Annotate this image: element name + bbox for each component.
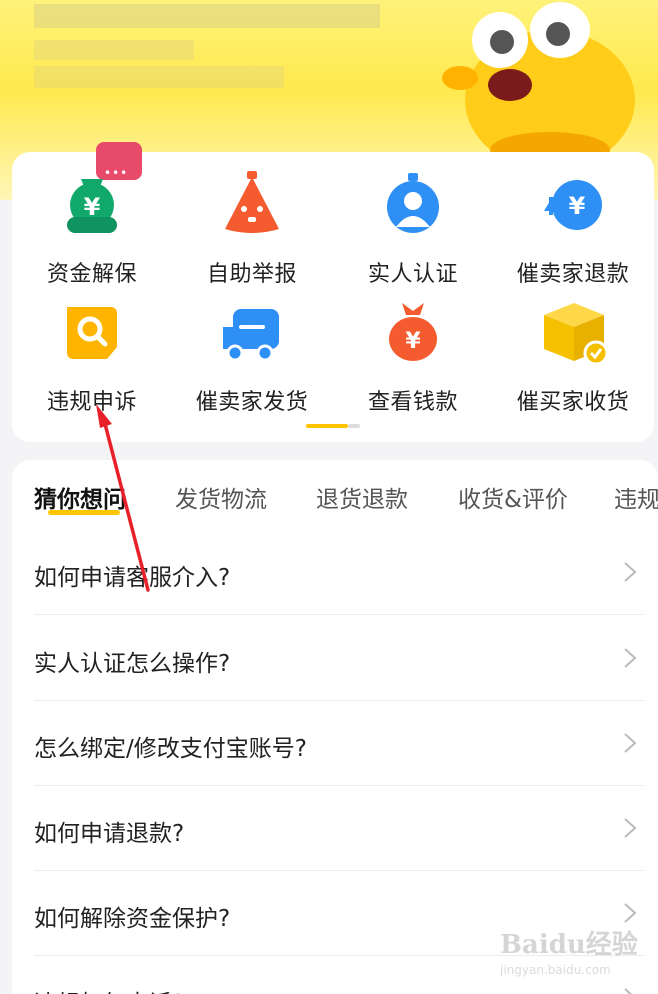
money-bag-icon: ¥: [56, 168, 128, 240]
blurred-title: [34, 4, 380, 28]
tab-returns[interactable]: 退货退款: [316, 480, 408, 514]
service-label: 查看钱款: [367, 390, 458, 415]
service-label: 催卖家发货: [195, 390, 309, 415]
faq-item[interactable]: 怎么绑定/修改支付宝账号?: [34, 701, 644, 786]
service-item-urge-seller-refund[interactable]: ¥ 催卖家退款: [493, 168, 653, 292]
appeal-search-icon: [56, 296, 128, 368]
tab-receipt-review[interactable]: 收货&评价: [458, 480, 568, 514]
chevron-right-icon: [624, 562, 637, 582]
service-label: 催买家收货: [516, 390, 630, 415]
faq-question: 如何申请客服介入?: [34, 565, 231, 591]
person-verify-icon: [377, 168, 449, 240]
money-sack-icon: ¥: [377, 296, 449, 368]
svg-text:¥: ¥: [84, 193, 101, 221]
package-check-icon: [537, 296, 609, 368]
service-label: 自助举报: [206, 262, 297, 287]
faq-question: 怎么绑定/修改支付宝账号?: [34, 736, 307, 762]
service-item-fund-release[interactable]: ¥ 资金解保: [12, 168, 172, 292]
watermark-brand: Baidu经验: [500, 930, 638, 960]
service-item-identity-verify[interactable]: 实人认证: [333, 168, 493, 292]
blurred-subtitle: [34, 40, 194, 60]
delivery-truck-icon: [216, 296, 288, 368]
page-indicator-inactive: [348, 424, 360, 428]
service-item-urge-buyer-receive[interactable]: 催买家收货: [493, 296, 653, 420]
service-item-urge-seller-ship[interactable]: 催卖家发货: [172, 296, 332, 420]
faq-question: 违规如何申诉?: [34, 984, 184, 994]
chevron-right-icon: [624, 818, 637, 838]
faq-question: 如何解除资金保护?: [34, 906, 231, 932]
page-indicator-active: [306, 424, 348, 428]
faq-tabs: 猜你想问 发货物流 退货退款 收货&评价 违规: [34, 480, 658, 536]
tab-guess[interactable]: 猜你想问: [34, 480, 126, 514]
faq-item[interactable]: 如何申请退款?: [34, 786, 644, 871]
faq-item[interactable]: 实人认证怎么操作?: [34, 616, 644, 701]
baidu-watermark: Baidu经验 jingyan.baidu.com: [500, 924, 650, 984]
faq-question: 实人认证怎么操作?: [34, 651, 231, 677]
service-label: 资金解保: [46, 262, 137, 287]
service-item-self-report[interactable]: 自助举报: [172, 168, 332, 292]
chevron-right-icon: [624, 988, 633, 994]
faq-item[interactable]: 如何申请客服介入?: [34, 530, 644, 615]
service-label: 催卖家退款: [516, 262, 630, 287]
report-icon: [216, 168, 288, 240]
chevron-right-icon: [624, 903, 637, 923]
service-label: 实人认证: [367, 262, 458, 287]
faq-card: 猜你想问 发货物流 退货退款 收货&评价 违规 如何申请客服介入? 实人认证怎么…: [12, 460, 658, 994]
tab-shipping[interactable]: 发货物流: [175, 480, 267, 514]
faq-question: 如何申请退款?: [34, 821, 185, 847]
svg-text:¥: ¥: [405, 329, 421, 354]
service-item-violation-appeal[interactable]: 违规申诉: [12, 296, 172, 420]
chevron-right-icon: [624, 733, 637, 753]
blurred-subtitle-2: [34, 66, 284, 88]
mascot-illustration: [442, 2, 635, 170]
chevron-right-icon: [624, 648, 637, 668]
tab-violation[interactable]: 违规: [614, 480, 658, 514]
service-item-view-money[interactable]: ¥ 查看钱款: [333, 296, 493, 420]
refund-icon: ¥: [537, 168, 609, 240]
active-tab-underline: [48, 510, 120, 515]
svg-text:¥: ¥: [569, 192, 586, 220]
service-label: 违规申诉: [46, 390, 137, 415]
watermark-url: jingyan.baidu.com: [500, 963, 611, 977]
